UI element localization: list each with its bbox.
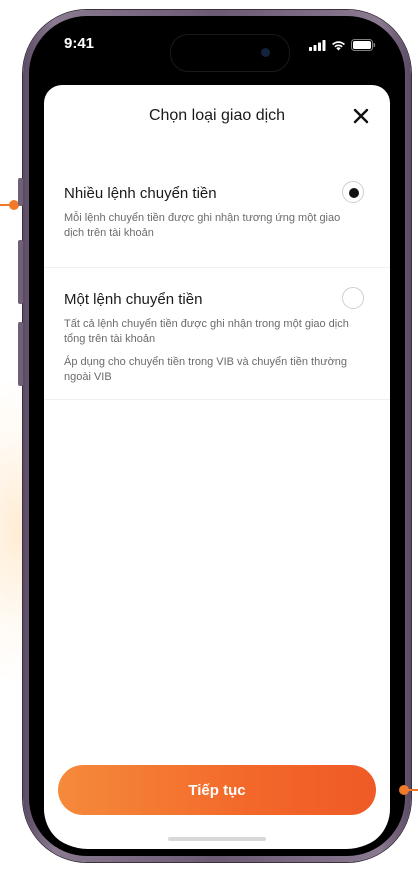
volume-up-button xyxy=(18,240,23,304)
radio-dot xyxy=(349,188,359,198)
front-camera xyxy=(261,48,270,57)
cellular-signal-icon xyxy=(309,39,326,51)
option-title: Nhiều lệnh chuyển tiền xyxy=(64,185,217,202)
option-title: Một lệnh chuyển tiền xyxy=(64,291,203,308)
radio-button-selected[interactable] xyxy=(342,181,364,203)
dynamic-island xyxy=(170,34,290,72)
home-indicator xyxy=(168,837,266,841)
status-time: 9:41 xyxy=(64,35,95,52)
option-single-transfer[interactable]: Một lệnh chuyển tiền Tất cả lệnh chuyển … xyxy=(44,267,390,400)
option-multiple-transfers[interactable]: Nhiều lệnh chuyển tiền Mỗi lệnh chuyển t… xyxy=(44,161,390,268)
bottom-sheet: Chọn loại giao dịch Nhiều lệnh chuyển ti… xyxy=(44,85,390,849)
battery-icon xyxy=(351,39,376,51)
volume-down-button xyxy=(18,322,23,386)
close-icon xyxy=(353,108,369,124)
sheet-header: Chọn loại giao dịch xyxy=(44,85,390,149)
stage: 9:41 Chọn loại giao dịch Nhiều lệnh chuy… xyxy=(0,0,418,870)
action-button xyxy=(18,178,23,206)
status-bar: 9:41 xyxy=(36,23,398,83)
option-description: Tất cả lệnh chuyển tiền được ghi nhận tr… xyxy=(64,318,349,345)
annotation-dot-right xyxy=(399,785,409,795)
close-button[interactable] xyxy=(350,105,372,127)
radio-button-unselected[interactable] xyxy=(342,287,364,309)
status-icons xyxy=(309,39,376,51)
phone-screen: 9:41 Chọn loại giao dịch Nhiều lệnh chuy… xyxy=(36,23,398,849)
option-note: Áp dụng cho chuyển tiền trong VIB và chu… xyxy=(64,356,348,383)
wifi-icon xyxy=(332,40,345,50)
option-description: Mỗi lệnh chuyển tiền được ghi nhận tương… xyxy=(64,212,341,239)
continue-button[interactable]: Tiếp tục xyxy=(58,765,376,815)
sheet-title: Chọn loại giao dịch xyxy=(148,107,286,124)
